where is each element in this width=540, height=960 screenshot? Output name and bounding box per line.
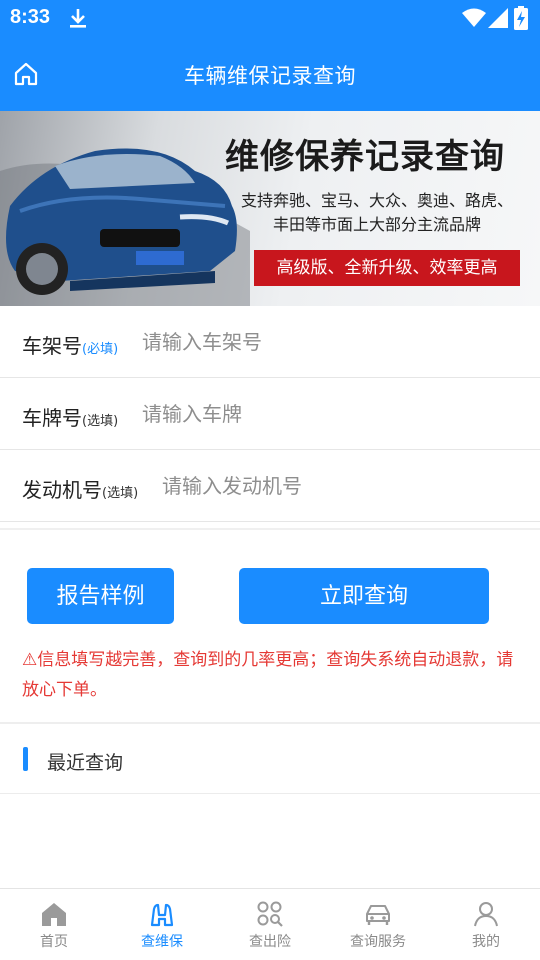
wifi-icon [462,8,486,27]
banner-subtitle-line1: 支持奔驰、宝马、大众、奥迪、路虎、 [240,191,513,210]
banner-subtitle: 支持奔驰、宝马、大众、奥迪、路虎、 丰田等市面上大部分主流品牌 [222,189,532,237]
plate-input[interactable] [142,396,472,432]
query-form: 车架号(必填) 车牌号(选填) 发动机号(选填) [0,306,540,522]
nav-label: 查出险 [249,934,291,950]
query-now-button[interactable]: 立即查询 [239,568,489,624]
nav-label: 查维保 [141,934,183,950]
banner-title: 维修保养记录查询 [225,137,505,177]
nav-item-home[interactable]: 首页 [0,889,108,960]
nav-item-services[interactable]: 查询服务 [324,889,432,960]
app-header: 车辆维保记录查询 [0,36,540,111]
apps-search-icon [257,901,283,927]
page-title: 车辆维保记录查询 [184,64,356,88]
vin-label: 车架号(必填) [22,330,118,359]
promo-banner[interactable]: 维修保养记录查询 支持奔驰、宝马、大众、奥迪、路虎、 丰田等市面上大部分主流品牌… [0,111,540,306]
section-accent-bar [23,747,28,771]
download-icon [70,9,86,28]
sample-report-button[interactable]: 报告样例 [27,568,174,624]
status-bar: 8:33 [0,0,540,36]
vin-required-tag: (必填) [82,342,119,357]
recent-queries-title: 最近查询 [47,752,124,774]
status-time: 8:33 [10,6,51,28]
banner-subtitle-line2: 丰田等市面上大部分主流品牌 [272,215,481,234]
plate-label-text: 车牌号 [22,406,82,430]
app-root: 8:33 车辆维保记录查询 维修保养记录查询 支持奔驰、宝马、大众、奥迪、路虎、… [0,0,540,960]
signal-icon [488,8,508,28]
banner-badge: 高级版、全新升级、效率更高 [254,250,520,286]
top-bar: 8:33 车辆维保记录查询 [0,0,540,111]
binoculars-icon [150,903,174,927]
nav-label: 我的 [472,934,500,950]
car-image [0,148,250,306]
plate-optional-tag: (选填) [82,414,119,429]
vin-input[interactable] [142,324,472,360]
engine-optional-tag: (选填) [102,486,139,501]
engine-input[interactable] [162,468,492,504]
nav-label: 首页 [40,934,68,950]
notice-text: ⚠信息填写越完善，查询到的几率更高；查询失系统自动退款，请放心下单。 [22,650,514,700]
home-icon [42,903,66,926]
form-divider [0,528,540,530]
recent-queries-header: 最近查询 [0,724,540,794]
battery-icon [514,6,528,30]
nav-label: 查询服务 [350,934,406,950]
bottom-nav: 首页 查维保 查出险 查询服务 我的 [0,888,540,960]
car-icon [366,905,390,925]
nav-item-mine[interactable]: 我的 [432,889,540,960]
engine-row: 发动机号(选填) [0,450,540,522]
nav-item-accident[interactable]: 查出险 [216,889,324,960]
vin-row: 车架号(必填) [0,306,540,378]
user-icon [474,902,498,927]
vin-label-text: 车架号 [22,334,82,358]
engine-label-text: 发动机号 [22,478,102,502]
nav-item-maintenance[interactable]: 查维保 [108,889,216,960]
plate-label: 车牌号(选填) [22,402,118,431]
plate-row: 车牌号(选填) [0,378,540,450]
engine-label: 发动机号(选填) [22,474,138,503]
